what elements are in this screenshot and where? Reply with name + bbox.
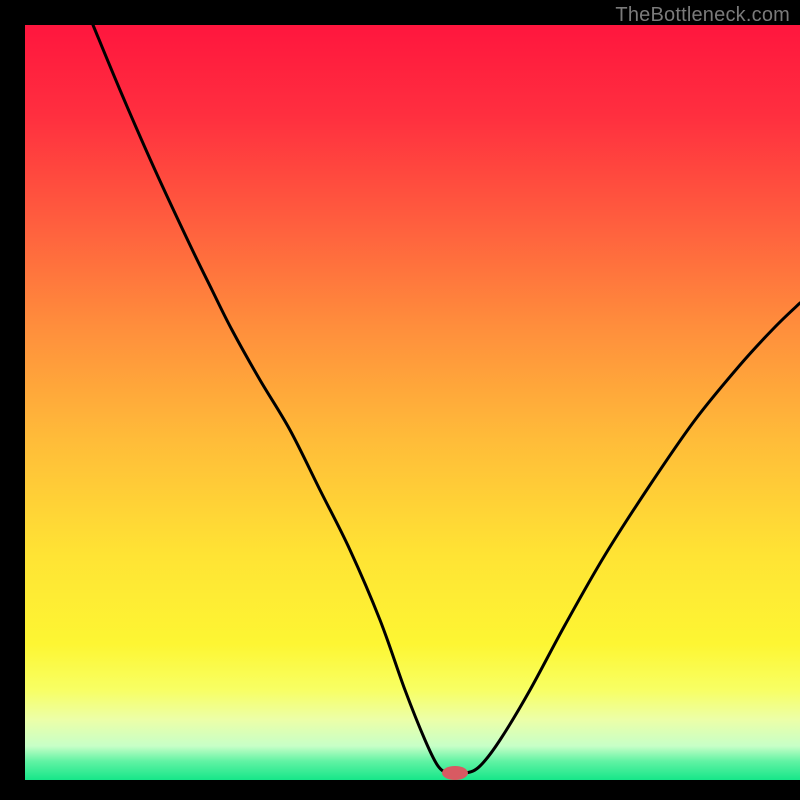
optimum-marker xyxy=(442,766,468,780)
watermark-text: TheBottleneck.com xyxy=(615,4,790,27)
left-border xyxy=(0,0,25,800)
bottom-border xyxy=(0,780,800,800)
plot-svg xyxy=(0,0,800,800)
chart-stage: TheBottleneck.com xyxy=(0,0,800,800)
